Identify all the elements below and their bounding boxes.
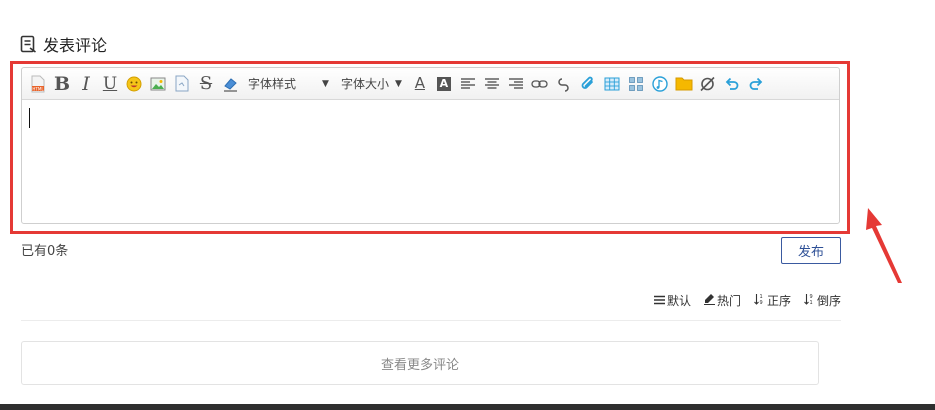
redo-icon[interactable] [746,72,766,96]
underline-icon[interactable]: U [100,72,120,96]
music-icon[interactable] [650,72,670,96]
sort-descending[interactable]: 91 倒序 [804,292,841,309]
pen-icon [703,293,715,308]
comment-count: 已有0条 [21,244,69,259]
align-right-icon[interactable] [506,72,526,96]
font-color-icon[interactable]: A [410,72,430,96]
font-size-label: 字体大小 [340,77,389,91]
eraser-icon[interactable] [220,72,240,96]
comment-editor[interactable]: HTML B I U S 字体样式 ▼ 字体大小 ▼ A A [21,67,840,224]
list-icon [653,294,665,308]
undo-icon[interactable] [722,72,742,96]
document-icon [20,35,37,53]
sort-default[interactable]: 默认 [653,292,691,309]
sort-options: 默认 热门 19 正序 91 倒序 [653,292,841,309]
sort-hot[interactable]: 热门 [703,292,741,309]
image-icon[interactable] [148,72,168,96]
hide-icon[interactable] [698,72,718,96]
text-caret [29,108,30,128]
sort-hot-label: 热门 [716,294,741,308]
attachment-icon[interactable] [578,72,598,96]
font-style-select[interactable]: 字体样式 ▼ [244,72,333,96]
sort-asc-label: 正序 [766,294,791,308]
unlink-icon[interactable] [554,72,574,96]
font-color-glyph: A [414,74,425,92]
load-more-button[interactable]: 查看更多评论 [21,341,819,385]
gallery-icon[interactable] [626,72,646,96]
emoji-icon[interactable] [124,72,144,96]
strikethrough-icon[interactable]: S [196,72,216,96]
chevron-down-icon: ▼ [394,78,402,89]
background-color-icon[interactable]: A [434,72,454,96]
svg-text:1: 1 [809,300,812,305]
svg-text:9: 9 [759,300,762,305]
publish-button[interactable]: 发布 [781,237,841,264]
divider [21,320,841,321]
source-code-icon[interactable]: HTML [28,72,48,96]
sort-desc-label: 倒序 [816,294,841,308]
align-center-icon[interactable] [482,72,502,96]
annotation-arrow-icon [862,205,906,289]
footer-bar [0,404,935,410]
font-size-select[interactable]: 字体大小 ▼ [337,72,406,96]
file-icon[interactable] [172,72,192,96]
sort-asc-icon: 19 [754,293,765,308]
font-style-label: 字体样式 [248,77,297,91]
bold-icon[interactable]: B [52,72,72,96]
sort-ascending[interactable]: 19 正序 [754,292,791,309]
sort-default-label: 默认 [666,294,691,308]
table-icon[interactable] [602,72,622,96]
svg-text:HTML: HTML [32,86,44,91]
page-title: 发表评论 [43,36,108,55]
link-icon[interactable] [530,72,550,96]
folder-icon[interactable] [674,72,694,96]
chevron-down-icon: ▼ [322,78,329,89]
sort-desc-icon: 91 [804,293,815,308]
align-left-icon[interactable] [458,72,478,96]
comment-section-title: 发表评论 [20,33,107,55]
italic-icon[interactable]: I [76,72,96,96]
bg-color-glyph: A [436,76,451,91]
editor-toolbar: HTML B I U S 字体样式 ▼ 字体大小 ▼ A A [22,68,839,100]
editor-text-area[interactable] [22,100,839,224]
